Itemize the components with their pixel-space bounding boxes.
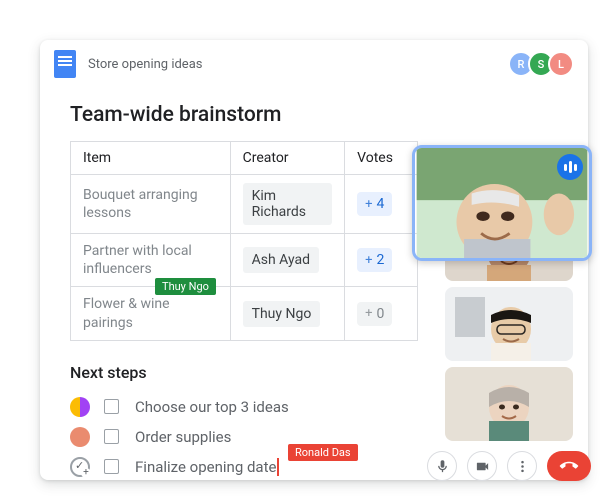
docs-icon bbox=[54, 50, 76, 78]
creator-chip[interactable]: Ash Ayad bbox=[243, 247, 319, 273]
speaking-indicator-icon bbox=[557, 154, 583, 180]
task-label: Choose our top 3 ideas bbox=[135, 398, 289, 416]
th-votes: Votes bbox=[345, 142, 418, 175]
meet-main-video-tile[interactable] bbox=[412, 145, 592, 261]
item-text: Partner with local influencers bbox=[83, 242, 218, 278]
assignee-avatar-icon[interactable] bbox=[70, 427, 90, 447]
vote-button[interactable]: +2 bbox=[357, 248, 392, 272]
text-cursor-icon bbox=[277, 458, 279, 476]
creator-chip[interactable]: Kim Richards bbox=[243, 183, 333, 225]
item-text: Flower & wine pairings bbox=[83, 295, 218, 331]
presence-cursor-tag: Thuy Ngo bbox=[155, 278, 216, 295]
task-checkbox[interactable] bbox=[104, 459, 119, 474]
table-row: Partner with local influencers Thuy Ngo … bbox=[71, 234, 418, 287]
video-button[interactable] bbox=[467, 451, 497, 481]
meet-side-panel bbox=[440, 89, 588, 480]
section-heading: Team-wide brainstorm bbox=[70, 103, 418, 127]
assignee-avatar-icon[interactable] bbox=[70, 397, 90, 417]
task-checkbox[interactable] bbox=[104, 429, 119, 444]
titlebar: Store opening ideas R S L bbox=[40, 40, 588, 89]
document-window: Store opening ideas R S L Team-wide brai… bbox=[40, 40, 588, 480]
task-list: Choose our top 3 ideas Order supplies Fi… bbox=[70, 392, 418, 482]
avatar[interactable]: L bbox=[548, 51, 574, 77]
document-title[interactable]: Store opening ideas bbox=[88, 57, 202, 72]
more-vertical-icon bbox=[515, 459, 530, 474]
creator-chip[interactable]: Thuy Ngo bbox=[243, 301, 321, 327]
task-item: Finalize opening date Ronald Das bbox=[70, 452, 418, 482]
meet-video-tile[interactable] bbox=[445, 367, 573, 441]
item-text: Bouquet arranging lessons bbox=[83, 186, 218, 222]
mic-icon bbox=[435, 459, 450, 474]
subsection-heading: Next steps bbox=[70, 363, 418, 382]
more-options-button[interactable] bbox=[507, 451, 537, 481]
vote-button[interactable]: +0 bbox=[357, 302, 392, 326]
mic-button[interactable] bbox=[427, 451, 457, 481]
meet-video-tile[interactable] bbox=[445, 287, 573, 361]
table-row: Flower & wine pairings Thuy Ngo +0 bbox=[71, 287, 418, 340]
th-item: Item bbox=[71, 142, 231, 175]
phone-icon bbox=[556, 453, 581, 478]
vote-button[interactable]: +4 bbox=[357, 192, 392, 216]
collaborator-avatars: R S L bbox=[514, 51, 574, 77]
task-item: Order supplies bbox=[70, 422, 418, 452]
hangup-button[interactable] bbox=[547, 451, 591, 481]
presence-cursor-tag: Ronald Das bbox=[288, 444, 358, 461]
task-label: Finalize opening date bbox=[135, 458, 276, 476]
video-icon bbox=[475, 459, 490, 474]
task-checkbox[interactable] bbox=[104, 399, 119, 414]
table-row: Bouquet arranging lessons Kim Richards +… bbox=[71, 175, 418, 234]
th-creator: Creator bbox=[230, 142, 345, 175]
ideas-table: Item Creator Votes Bouquet arranging les… bbox=[70, 141, 418, 341]
document-body[interactable]: Team-wide brainstorm Item Creator Votes … bbox=[40, 89, 440, 480]
task-item: Choose our top 3 ideas bbox=[70, 392, 418, 422]
task-label: Order supplies bbox=[135, 428, 231, 446]
meet-controls bbox=[427, 451, 591, 481]
content-area: Team-wide brainstorm Item Creator Votes … bbox=[40, 89, 588, 480]
assign-icon[interactable] bbox=[70, 457, 90, 477]
